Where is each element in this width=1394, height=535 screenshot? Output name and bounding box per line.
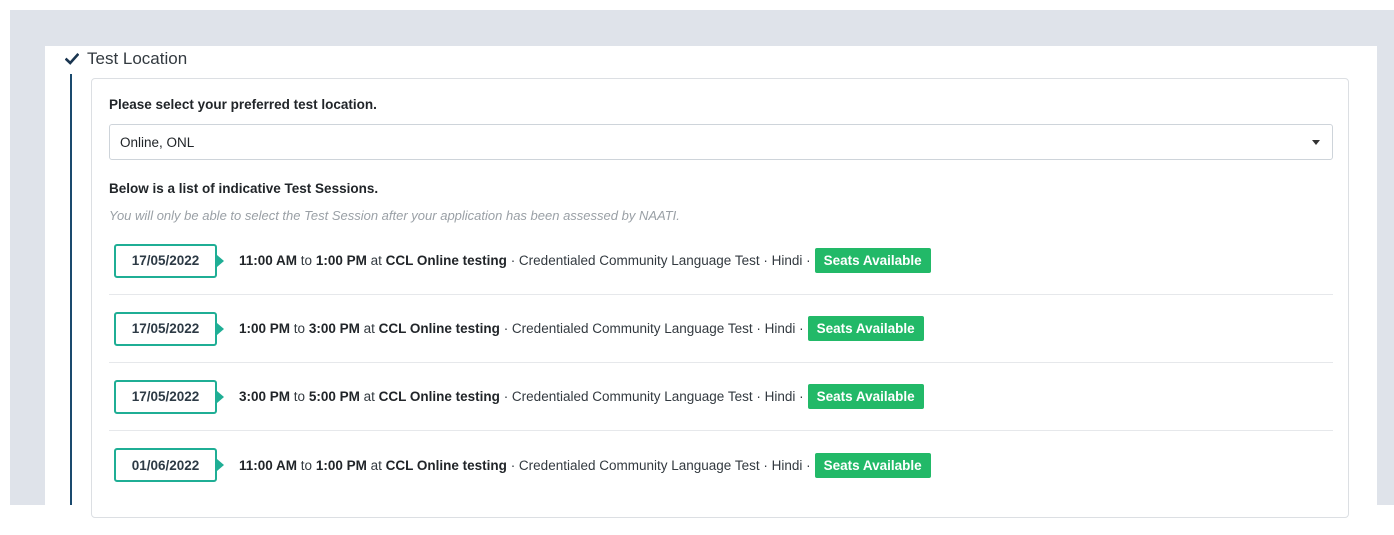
session-date: 01/06/2022: [114, 448, 224, 482]
session-details: 11:00 AM to 1:00 PM at CCL Online testin…: [239, 253, 811, 268]
page-frame: Test Location Please select your preferr…: [10, 10, 1394, 518]
session-venue: CCL Online testing: [378, 321, 500, 336]
session-start: 3:00 PM: [239, 389, 291, 404]
session-details: 1:00 PM to 3:00 PM at CCL Online testing…: [239, 321, 804, 336]
session-date-text: 01/06/2022: [131, 457, 200, 473]
session-date-text: 17/05/2022: [131, 321, 200, 336]
session-row: 17/05/2022 1:00 PM to 3:00 PM at CCL Onl…: [109, 295, 1333, 363]
session-info: · Credentialed Community Language Test ·…: [510, 457, 811, 473]
location-label: Please select your preferred test locati…: [109, 97, 377, 112]
session-to: to: [300, 457, 313, 473]
session-start: 11:00 AM: [239, 457, 298, 473]
session-end: 1:00 PM: [315, 457, 367, 473]
session-details: 11:00 AM to 1:00 PM at CCL Online testin…: [239, 458, 811, 473]
date-arrow-icon: [217, 322, 224, 335]
session-venue: CCL Online testing: [378, 389, 500, 404]
session-end: 3:00 PM: [308, 321, 360, 336]
session-venue: CCL Online testing: [385, 457, 507, 473]
session-row: 17/05/2022 3:00 PM to 5:00 PM at CCL Onl…: [109, 363, 1333, 431]
session-info: · Credentialed Community Language Test ·…: [510, 253, 811, 268]
step-title: Test Location: [87, 49, 188, 68]
session-to: to: [300, 253, 313, 268]
session-date-text: 17/05/2022: [131, 253, 200, 268]
seats-available-badge: Seats Available: [807, 384, 924, 409]
session-date-text: 17/05/2022: [131, 389, 200, 404]
sessions-heading: Below is a list of indicative Test Sessi…: [109, 181, 379, 196]
date-arrow-icon: [217, 254, 224, 267]
sessions-note: You will only be able to select the Test…: [109, 208, 680, 223]
step-timeline-line: [70, 74, 72, 505]
session-list: 17/05/2022 11:00 AM to 1:00 PM at CCL On…: [109, 227, 1333, 499]
session-row: 17/05/2022 11:00 AM to 1:00 PM at CCL On…: [109, 227, 1333, 295]
seats-available-badge: Seats Available: [814, 248, 931, 273]
session-start: 11:00 AM: [239, 253, 298, 268]
location-select-value: Online, ONL: [120, 134, 195, 150]
session-end: 1:00 PM: [315, 253, 367, 268]
date-arrow-icon: [217, 390, 224, 403]
session-start: 1:00 PM: [239, 321, 291, 336]
session-to: to: [293, 389, 306, 404]
check-icon: [65, 52, 79, 65]
seats-available-badge: Seats Available: [814, 452, 931, 478]
session-at: at: [370, 457, 382, 473]
caret-down-icon: [1312, 139, 1320, 145]
session-date: 17/05/2022: [114, 379, 224, 414]
location-select[interactable]: Online, ONL: [109, 124, 1333, 160]
session-details: 3:00 PM to 5:00 PM at CCL Online testing…: [239, 389, 804, 404]
session-row: 01/06/2022 11:00 AM to 1:00 PM at CCL On…: [109, 431, 1333, 499]
date-arrow-icon: [217, 459, 224, 471]
session-venue: CCL Online testing: [385, 253, 507, 268]
session-at: at: [363, 321, 375, 336]
step-content: Test Location Please select your preferr…: [45, 46, 1377, 518]
seats-available-badge: Seats Available: [807, 316, 924, 341]
session-at: at: [363, 389, 375, 404]
session-end: 5:00 PM: [308, 389, 360, 404]
session-date: 17/05/2022: [114, 311, 224, 346]
session-at: at: [370, 253, 382, 268]
session-info: · Credentialed Community Language Test ·…: [503, 321, 804, 336]
session-to: to: [293, 321, 306, 336]
session-date: 17/05/2022: [114, 243, 224, 278]
test-location-panel: Please select your preferred test locati…: [91, 78, 1349, 518]
step-header[interactable]: Test Location: [65, 48, 187, 70]
session-info: · Credentialed Community Language Test ·…: [503, 389, 804, 404]
